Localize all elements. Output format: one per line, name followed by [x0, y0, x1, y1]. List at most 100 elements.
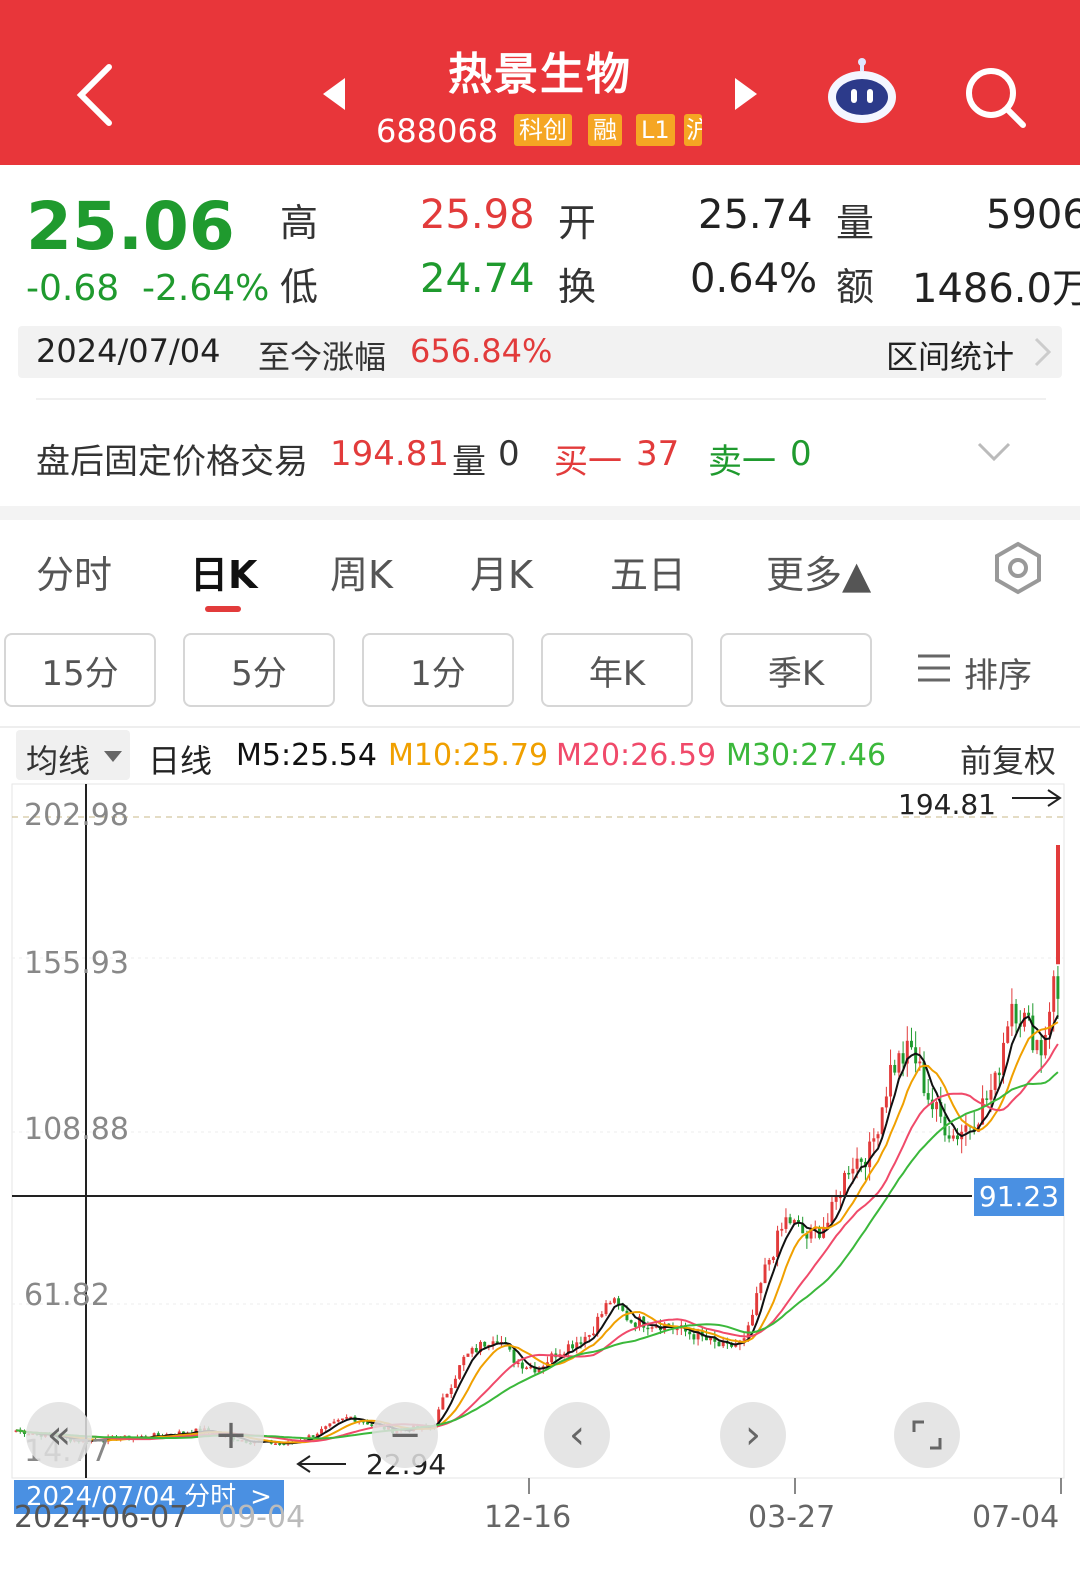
next-stock-icon[interactable]: [728, 72, 764, 116]
candle-body: [621, 1305, 625, 1311]
tab-intraday[interactable]: 分时: [36, 544, 112, 599]
robot-assistant-icon[interactable]: [822, 56, 902, 128]
y-label: 108.88: [24, 1112, 129, 1147]
menu-icon[interactable]: [918, 652, 950, 688]
interval-stats-label[interactable]: 区间统计: [886, 332, 1014, 378]
ma5-value: M5:25.54: [236, 738, 377, 773]
buy1-value: 37: [636, 434, 680, 474]
after-hours-price: 194.81: [330, 434, 449, 474]
candle-body: [851, 1168, 855, 1174]
x-label: 07-04: [972, 1500, 1060, 1535]
x-label: 03-27: [748, 1500, 836, 1535]
candle-body: [445, 1393, 449, 1398]
tab-more[interactable]: 更多▲: [766, 544, 871, 599]
candle-body: [453, 1378, 457, 1389]
y-label: 155.93: [24, 946, 129, 981]
candle-body: [633, 1322, 637, 1327]
x-label: 2024-06-07: [14, 1500, 189, 1535]
candle-body: [868, 1141, 872, 1168]
y-label-top: 202.98: [24, 798, 129, 833]
dropdown-icon: [104, 748, 122, 767]
candle-body: [579, 1342, 583, 1344]
ma10-value: M10:25.79: [388, 738, 549, 773]
candle-body: [525, 1367, 529, 1370]
candle-body: [1014, 1003, 1018, 1024]
scroll-right-icon[interactable]: ›: [720, 1402, 786, 1468]
price-change-pct: -2.64%: [142, 268, 270, 309]
price-change: -0.68: [26, 268, 120, 309]
candle-body: [721, 1342, 725, 1347]
kline-chart[interactable]: [0, 782, 1080, 1482]
candle-body: [1027, 1012, 1031, 1016]
after-hours-volume: 0: [498, 434, 520, 474]
period-5min[interactable]: 5分: [183, 633, 335, 707]
candle-body: [1056, 976, 1060, 999]
candle-body: [989, 1089, 993, 1100]
period-yearly-k[interactable]: 年K: [541, 633, 693, 707]
zoom-out-icon[interactable]: −: [372, 1402, 438, 1468]
candle-body: [910, 1040, 913, 1048]
rewind-icon[interactable]: «: [26, 1402, 92, 1468]
divider: [0, 726, 1080, 728]
after-hours-volume-label: 量: [452, 442, 486, 482]
candle-body: [964, 1125, 968, 1132]
candle-body: [1039, 1040, 1043, 1056]
candle-body: [776, 1230, 780, 1258]
candle-body: [876, 1134, 880, 1139]
candle-body: [985, 1098, 989, 1100]
candle-body: [571, 1344, 575, 1349]
candle-body: [600, 1314, 604, 1317]
chevron-down-icon[interactable]: [976, 440, 1012, 468]
open-label: 开: [558, 201, 597, 245]
low-value: 24.74: [420, 256, 535, 302]
tab-monthly-k[interactable]: 月K: [470, 544, 533, 599]
tab-daily-k[interactable]: 日K: [190, 544, 257, 599]
candle-body: [646, 1327, 650, 1330]
section-divider: [0, 506, 1080, 520]
x-tick: [794, 1478, 796, 1494]
candle-body: [608, 1302, 612, 1305]
candle-body: [843, 1172, 846, 1197]
active-tab-indicator: [205, 606, 241, 612]
search-icon[interactable]: [960, 62, 1030, 132]
candle-body: [612, 1298, 616, 1303]
ma-selector[interactable]: 均线: [16, 730, 130, 780]
candle-body: [956, 1135, 959, 1140]
candle-body: [918, 1061, 922, 1064]
candle-body: [926, 1093, 930, 1100]
tab-weekly-k[interactable]: 周K: [330, 544, 393, 599]
candle-body: [872, 1138, 876, 1142]
candle-body: [935, 1102, 939, 1110]
period-quarterly-k[interactable]: 季K: [720, 633, 872, 707]
candle-body: [759, 1283, 763, 1294]
tag-star-market: 科创: [514, 114, 572, 146]
x-tick: [1060, 1478, 1062, 1494]
candle-body: [717, 1341, 721, 1347]
y-label: 61.82: [24, 1278, 110, 1313]
sort-button[interactable]: 排序: [964, 648, 1032, 697]
turnover-value: 0.64%: [690, 256, 818, 302]
ma-selector-label: 均线: [26, 742, 91, 780]
adjust-mode[interactable]: 前复权: [960, 736, 1056, 782]
candle-body: [1010, 1003, 1014, 1027]
ma20-value: M20:26.59: [556, 738, 717, 773]
stock-title: 热景生物: [448, 49, 632, 100]
candle-body: [1006, 1026, 1010, 1043]
after-hours-label: 盘后固定价格交易: [36, 442, 308, 482]
app-header: 热景生物 688068 科创 融 L1 沪: [0, 0, 1080, 165]
amount-value: 1486.0万: [912, 266, 1080, 312]
zoom-in-icon[interactable]: +: [198, 1402, 264, 1468]
sell1-label: 卖一: [708, 442, 776, 482]
candle-body: [470, 1348, 474, 1354]
range-stats-bar[interactable]: 2024/07/04 至今涨幅 656.84% 区间统计: [18, 326, 1062, 378]
period-1min[interactable]: 1分: [362, 633, 514, 707]
fullscreen-icon[interactable]: [894, 1402, 960, 1468]
settings-icon[interactable]: [990, 540, 1046, 600]
candle-body: [274, 1443, 277, 1445]
candle-body: [771, 1257, 775, 1260]
candle-body: [880, 1107, 884, 1135]
tab-five-day[interactable]: 五日: [610, 544, 686, 599]
scroll-left-icon[interactable]: ‹: [544, 1402, 610, 1468]
period-15min[interactable]: 15分: [4, 633, 156, 707]
candle-body: [688, 1331, 692, 1335]
